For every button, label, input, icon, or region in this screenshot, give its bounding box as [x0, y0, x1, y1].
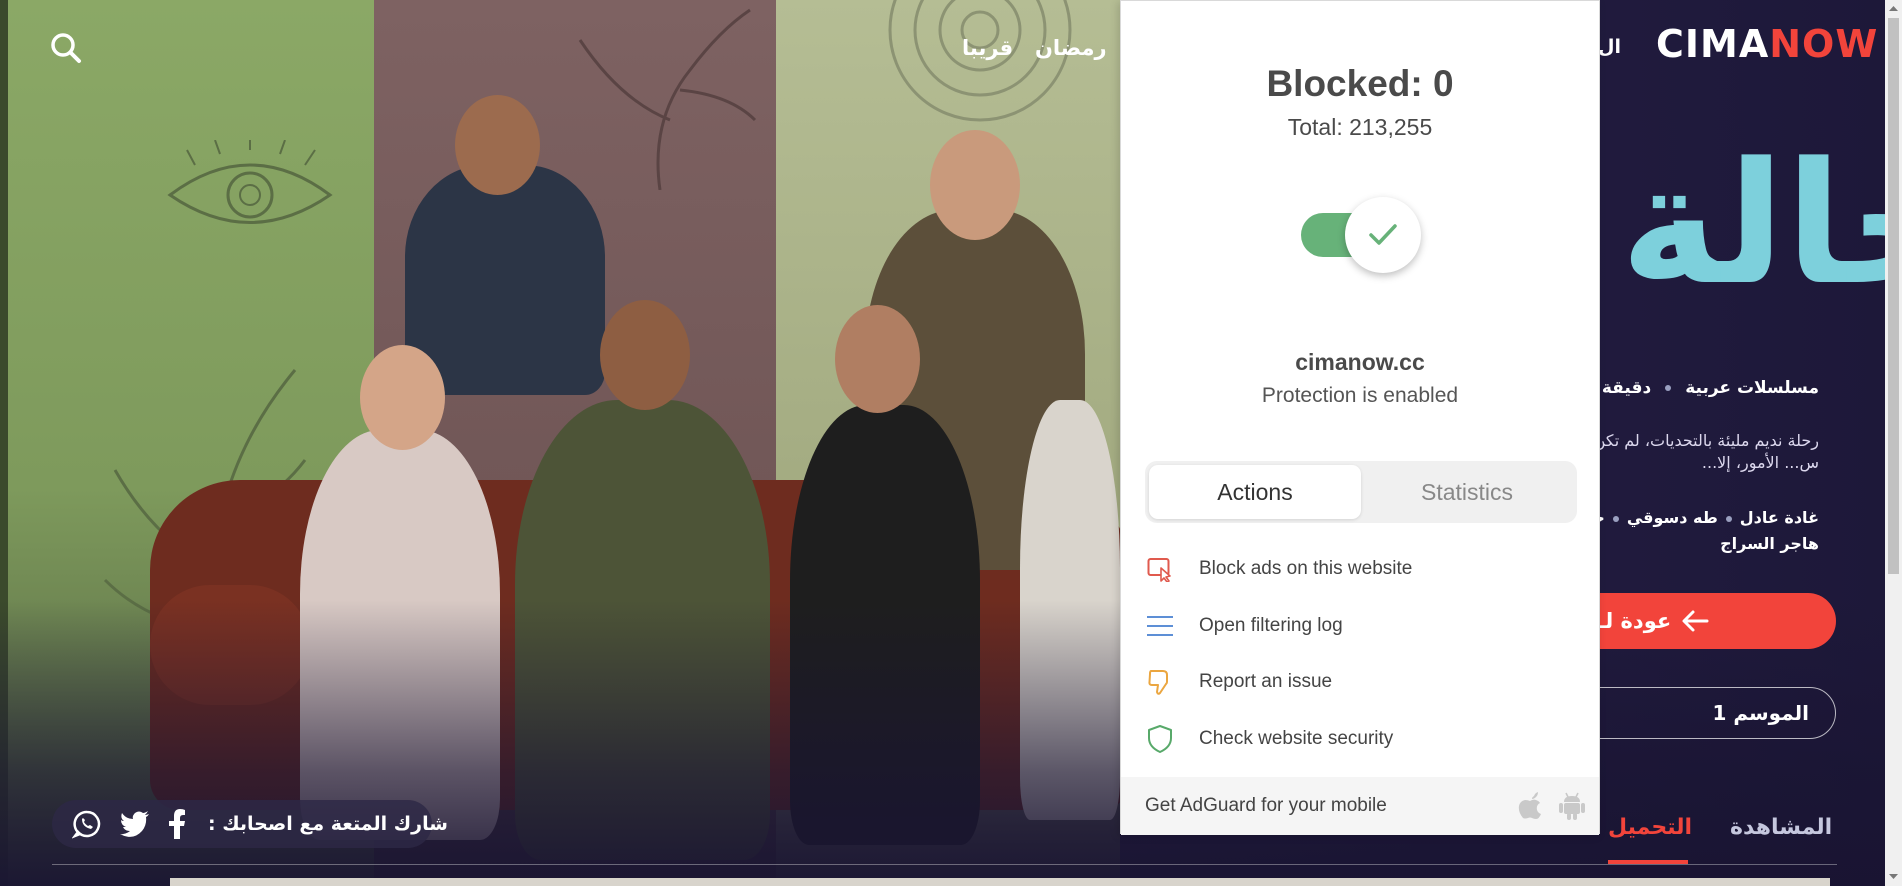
- tab-statistics[interactable]: Statistics: [1361, 465, 1573, 519]
- scrollbar-thumb[interactable]: [1888, 18, 1899, 574]
- total-blocked-count: Total: 213,255: [1287, 114, 1433, 140]
- popup-footer: Get AdGuard for your mobile: [1121, 777, 1599, 835]
- actions-list: Block ads on this website Open filtering…: [1145, 541, 1577, 767]
- series-title: حالة: [1620, 126, 1885, 322]
- tabs-divider: [52, 864, 1837, 865]
- checkmark-icon: [1369, 224, 1397, 245]
- facebook-share-button[interactable]: [168, 809, 186, 839]
- apple-icon: [1518, 792, 1541, 819]
- spiral-doodle: [888, 0, 1072, 122]
- search-button[interactable]: [48, 30, 84, 66]
- cast-member[interactable]: غادة عادل: [1740, 508, 1819, 527]
- page-scrollbar[interactable]: [1885, 0, 1902, 886]
- whatsapp-icon: [72, 810, 101, 839]
- twitter-share-button[interactable]: [120, 809, 150, 839]
- twitter-icon: [120, 811, 149, 837]
- current-domain: cimanow.cc: [1295, 349, 1425, 375]
- facebook-icon: [169, 809, 185, 839]
- nav-link-partial[interactable]: ال: [1598, 36, 1621, 58]
- content-strip-below: [170, 878, 1830, 886]
- get-mobile-link[interactable]: Get AdGuard for your mobile: [1145, 795, 1515, 817]
- tab-watch[interactable]: المشاهدة: [1730, 815, 1832, 840]
- person-suit-head: [455, 95, 540, 195]
- search-icon: [51, 33, 81, 63]
- cast-separator: [1725, 515, 1732, 522]
- filtering-log-label: Open filtering log: [1199, 614, 1343, 636]
- protection-toggle[interactable]: [1301, 197, 1421, 273]
- android-icon: [1559, 792, 1585, 820]
- filtering-log-action[interactable]: Open filtering log: [1145, 598, 1577, 655]
- protection-status: Protection is enabled: [1261, 384, 1459, 407]
- eye-doodle: [167, 140, 333, 224]
- series-description: رحلة نديم مليئة بالتحديات، لم تكن س... ا…: [1593, 431, 1819, 472]
- share-bar: شارك المتعة مع اصحابك :: [52, 800, 448, 848]
- hero-section: رمضان قريبا ال CIMANOW حالة مسلسلات عربي…: [0, 0, 1885, 886]
- series-genre[interactable]: مسلسلات عربية: [1685, 378, 1819, 398]
- toggle-knob: [1345, 197, 1421, 273]
- person-cardigan-head: [930, 130, 1020, 240]
- resume-watch-button[interactable]: عودة لـ التـ: [1560, 593, 1836, 649]
- adguard-popup: Blocked: 0 Total: 213,255 cimanow.cc Pro…: [1120, 0, 1600, 835]
- scroll-down-icon[interactable]: [1889, 872, 1898, 881]
- check-security-label: Check website security: [1199, 727, 1394, 749]
- cast-member[interactable]: طه دسوقي: [1627, 508, 1718, 527]
- share-label: شارك المتعة مع اصحابك :: [208, 813, 448, 835]
- person-floral-head: [360, 345, 445, 450]
- cast-member[interactable]: هاجر السراج: [1720, 534, 1819, 553]
- apple-store-button[interactable]: [1515, 791, 1545, 821]
- nav-link-soon[interactable]: قريبا: [962, 36, 1013, 60]
- blocked-count: Blocked: 0: [1266, 63, 1454, 104]
- menu-lines-icon: [1145, 611, 1175, 641]
- block-ads-label: Block ads on this website: [1199, 558, 1413, 580]
- person-black-dress-head: [835, 305, 920, 413]
- site-logo[interactable]: CIMANOW: [1656, 22, 1878, 66]
- popup-tabs: Actions Statistics: [1145, 461, 1577, 523]
- scroll-up-icon[interactable]: [1889, 4, 1898, 13]
- plant-doodle-top: [578, 8, 757, 190]
- thumbs-down-icon: [1145, 667, 1175, 697]
- page: رمضان قريبا ال CIMANOW حالة مسلسلات عربي…: [0, 0, 1902, 886]
- block-ads-cursor-icon: [1145, 554, 1175, 584]
- logo-part-b: NOW: [1769, 22, 1879, 66]
- tab-actions[interactable]: Actions: [1149, 465, 1361, 519]
- shield-icon: [1145, 724, 1175, 754]
- report-issue-label: Report an issue: [1199, 671, 1333, 693]
- nav-link-ramadan[interactable]: رمضان: [1035, 36, 1107, 60]
- whatsapp-share-button[interactable]: [72, 809, 102, 839]
- person-suit: [405, 165, 605, 395]
- check-security-action[interactable]: Check website security: [1145, 711, 1577, 768]
- tab-download[interactable]: التحميل: [1608, 815, 1692, 840]
- meta-separator: [1665, 385, 1672, 391]
- person-hoodie-head: [600, 300, 690, 410]
- logo-part-a: CIMA: [1656, 22, 1770, 66]
- arrow-left-icon: [1682, 610, 1709, 632]
- season-select[interactable]: الموسم 1: [1560, 687, 1836, 739]
- block-ads-action[interactable]: Block ads on this website: [1145, 541, 1577, 598]
- report-issue-action[interactable]: Report an issue: [1145, 654, 1577, 711]
- cast-separator: [1612, 515, 1619, 522]
- android-store-button[interactable]: [1557, 791, 1587, 821]
